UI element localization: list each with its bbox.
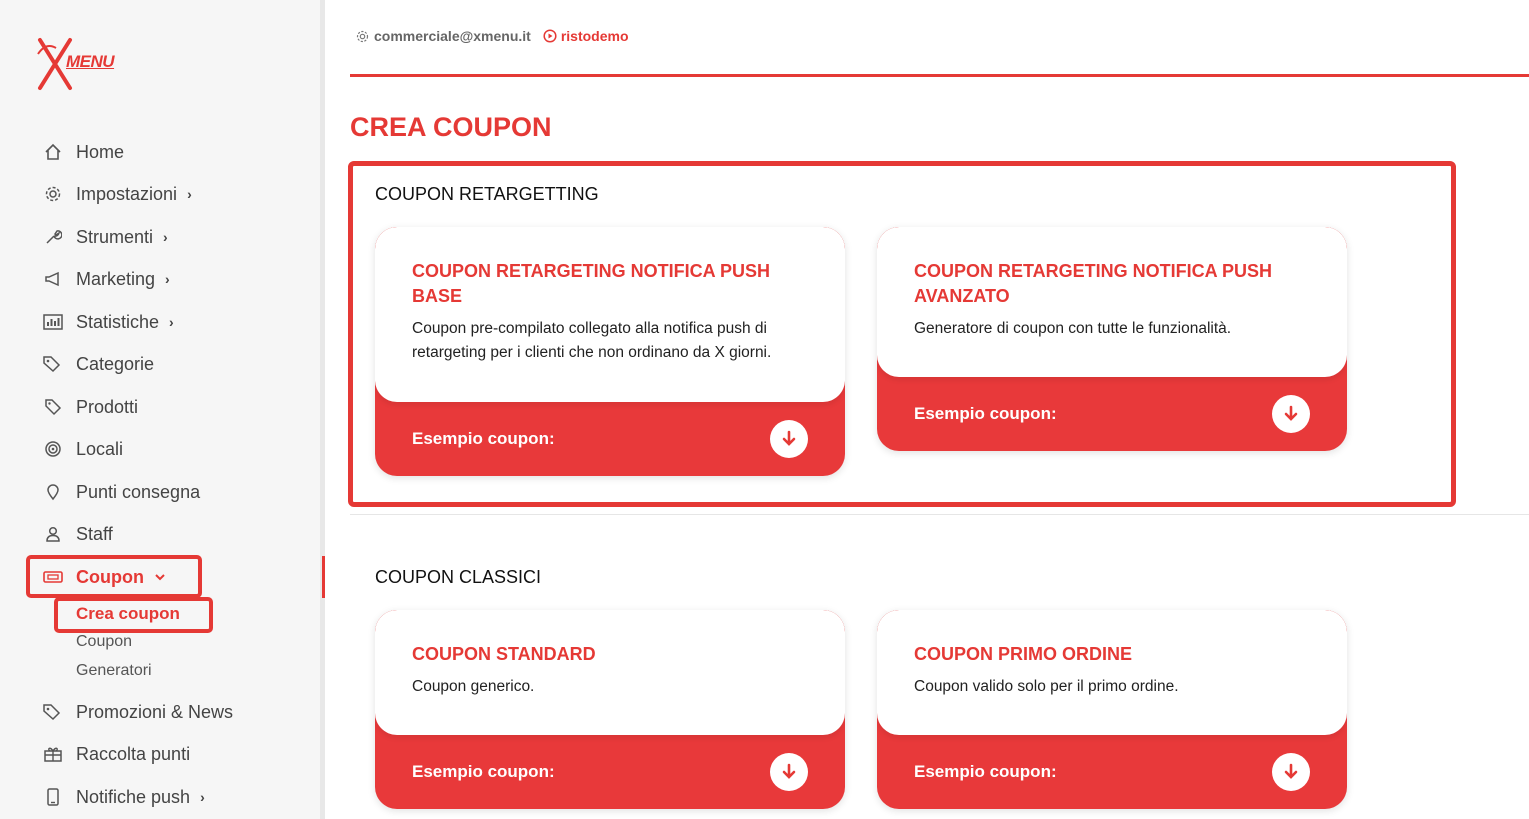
target-icon (42, 438, 64, 460)
chevron-down-icon (154, 569, 166, 585)
account-email[interactable]: commerciale@xmenu.it (356, 28, 531, 44)
arrow-down-icon (782, 430, 796, 446)
home-icon (42, 141, 64, 163)
header-divider (350, 74, 1529, 77)
arrow-down-icon (1284, 763, 1298, 779)
section-title-retargeting: COUPON RETARGETTING (375, 184, 599, 204)
section-title-classici: COUPON CLASSICI (375, 567, 542, 587)
chevron-right-icon: › (163, 229, 168, 245)
tag-icon (42, 396, 64, 418)
sidebar-subitem-generatori[interactable]: Generatori (76, 662, 152, 680)
sidebar-item-label: Strumenti (76, 226, 154, 247)
megaphone-icon (42, 268, 64, 290)
expand-example-button[interactable] (770, 752, 808, 791)
sidebar-item-label: Raccolta punti (76, 743, 191, 764)
sidebar-active-indicator (322, 556, 325, 598)
coupon-card-retargeting-base[interactable]: COUPON RETARGETING NOTIFICA PUSH BASE Co… (375, 227, 845, 476)
sidebar-item-label: Notifiche push (76, 786, 191, 807)
gear-icon (356, 30, 369, 42)
sidebar-item-label: Promozioni & News (76, 701, 234, 722)
coupon-card-standard[interactable]: COUPON STANDARD Coupon generico. Esempio… (375, 610, 845, 809)
tags-icon (42, 353, 64, 375)
sidebar-item-staff[interactable]: Staff (42, 521, 113, 547)
site-link-text: ristodemo (560, 28, 629, 44)
card-title: COUPON RETARGETING NOTIFICA PUSH AVANZAT… (914, 261, 1273, 306)
phone-icon (42, 786, 64, 808)
coupon-card-primo-ordine[interactable]: COUPON PRIMO ORDINE Coupon valido solo p… (877, 610, 1347, 809)
sidebar-item-categorie[interactable]: Categorie (42, 351, 154, 377)
section-divider (350, 514, 1529, 515)
wrench-icon (42, 226, 64, 248)
sidebar-item-label: Prodotti (76, 396, 139, 417)
ticket-icon (42, 566, 64, 588)
sidebar-item-raccolta-punti[interactable]: Raccolta punti (42, 741, 190, 767)
user-icon (42, 523, 64, 545)
sidebar-item-label: Impostazioni (76, 183, 178, 204)
sidebar-subitem-crea-coupon[interactable]: Crea coupon (76, 604, 180, 624)
card-description: Coupon generico. (412, 678, 535, 695)
card-description: Generatore di coupon con tutte le funzio… (914, 320, 1232, 337)
card-title: COUPON PRIMO ORDINE (914, 644, 1133, 664)
sidebar-item-label: Staff (76, 523, 113, 544)
sidebar-item-strumenti[interactable]: Strumenti › (42, 224, 168, 250)
chevron-right-icon: › (165, 271, 170, 287)
expand-example-button[interactable] (1272, 394, 1310, 433)
account-bar: commerciale@xmenu.it ristodemo (356, 28, 629, 44)
gift-icon (42, 743, 64, 765)
card-footer-label: Esempio coupon: (412, 761, 555, 781)
sidebar-item-label: Locali (76, 438, 124, 459)
card-footer-label: Esempio coupon: (914, 403, 1057, 423)
logo-text: MENU (66, 52, 115, 71)
sidebar-item-label: Home (76, 141, 125, 162)
page-title: CREA COUPON (350, 112, 552, 142)
sidebar-item-promozioni-news[interactable]: Promozioni & News (42, 699, 233, 725)
sidebar-item-impostazioni[interactable]: Impostazioni › (42, 181, 192, 207)
sidebar-item-marketing[interactable]: Marketing › (42, 266, 170, 292)
sidebar-item-label: Punti consegna (76, 481, 201, 502)
sidebar-item-label: Statistiche (76, 311, 160, 332)
card-description: Coupon valido solo per il primo ordine. (914, 678, 1179, 695)
card-footer-label: Esempio coupon: (412, 428, 555, 448)
sidebar-item-coupon[interactable]: Coupon (42, 564, 166, 590)
card-title: COUPON STANDARD (412, 644, 596, 664)
coupon-card-retargeting-avanzato[interactable]: COUPON RETARGETING NOTIFICA PUSH AVANZAT… (877, 227, 1347, 451)
card-title: COUPON RETARGETING NOTIFICA PUSH BASE (412, 261, 771, 306)
chevron-right-icon: › (200, 789, 205, 805)
sidebar-subitem-coupon[interactable]: Coupon (76, 633, 132, 651)
sidebar-item-punti-consegna[interactable]: Punti consegna (42, 479, 200, 505)
sidebar-item-label: Coupon (76, 566, 144, 587)
sidebar-divider (320, 0, 325, 819)
expand-example-button[interactable] (1272, 752, 1310, 791)
arrow-down-icon (1284, 405, 1298, 421)
chevron-right-icon: › (187, 186, 192, 202)
tags-icon (42, 701, 64, 723)
card-description: Coupon pre-compilato collegato alla noti… (412, 320, 772, 361)
account-email-text: commerciale@xmenu.it (374, 28, 531, 44)
chevron-right-icon: › (169, 314, 174, 330)
bar-chart-icon (42, 311, 64, 333)
sidebar-item-prodotti[interactable]: Prodotti (42, 394, 138, 420)
sidebar-item-home[interactable]: Home (42, 139, 124, 165)
sidebar-item-label: Marketing (76, 268, 156, 289)
sidebar-item-label: Categorie (76, 353, 155, 374)
card-footer-label: Esempio coupon: (914, 761, 1057, 781)
sidebar-item-notifiche-push[interactable]: Notifiche push › (42, 784, 205, 810)
play-circle-icon (543, 29, 557, 43)
sidebar-item-statistiche[interactable]: Statistiche › (42, 309, 174, 335)
sidebar-item-locali[interactable]: Locali (42, 436, 123, 462)
expand-example-button[interactable] (770, 419, 808, 458)
map-pin-icon (42, 481, 64, 503)
gear-icon (42, 183, 64, 205)
site-link[interactable]: ristodemo (543, 28, 629, 44)
arrow-down-icon (782, 763, 796, 779)
